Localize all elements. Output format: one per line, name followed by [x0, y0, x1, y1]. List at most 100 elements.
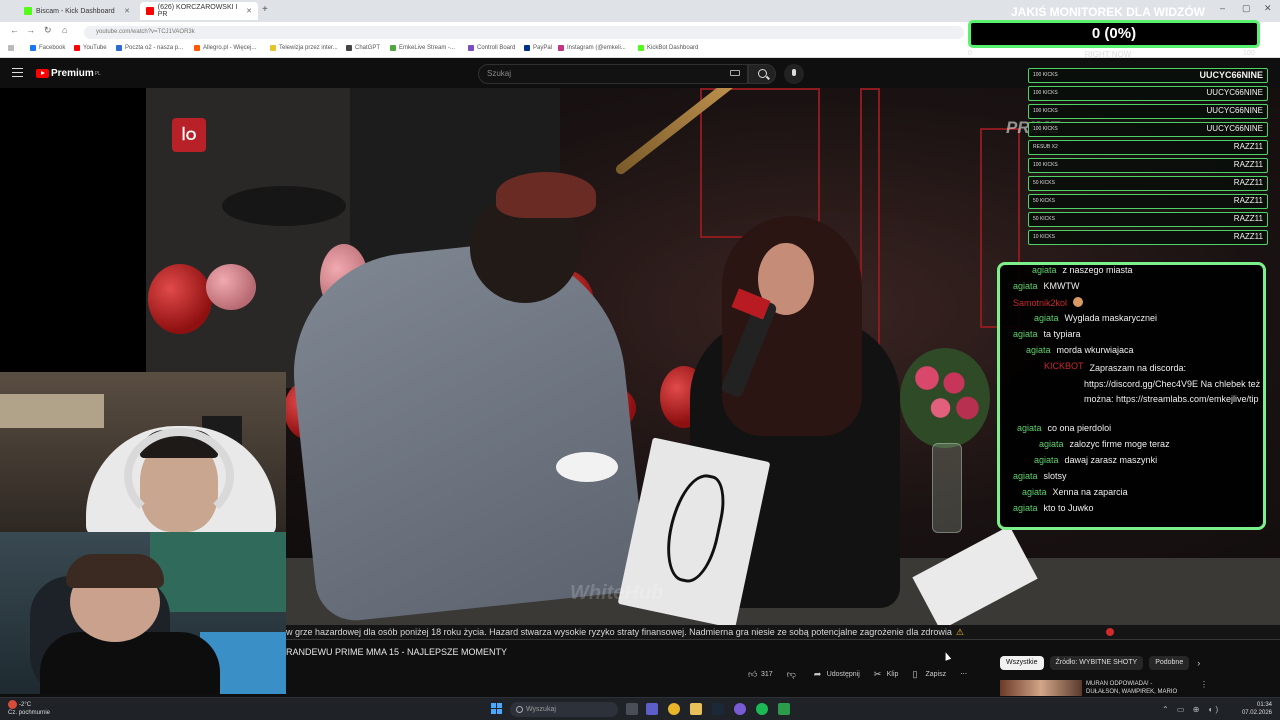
bookmark-emkelive[interactable]: EmkeLive Stream -...	[390, 45, 455, 51]
chat-message: agiata kto to Juwko	[1013, 503, 1094, 513]
chatgpt-icon	[346, 45, 352, 51]
donation-item: 100 KICKS UUCYC66NINE	[1028, 122, 1268, 137]
donation-item: 50 KICKS RAZZ11	[1028, 176, 1268, 191]
bookmark-allegro[interactable]: Allegro.pl - Więcej...	[194, 45, 256, 51]
reload-icon[interactable]: ↻	[44, 25, 52, 36]
instagram-icon	[558, 45, 564, 51]
chat-message: agiata ta typiara	[1013, 329, 1081, 339]
bookmark-controll-board[interactable]: Controll Board	[468, 45, 515, 51]
facebook-icon	[30, 45, 36, 51]
windows-start-icon[interactable]	[491, 703, 503, 715]
video-title: RANDEWU PRIME MMA 15 - NAJLEPSZE MOMENTY	[286, 647, 508, 657]
menu-icon[interactable]	[12, 68, 23, 77]
chip-similar[interactable]: Podobne	[1149, 656, 1190, 670]
chat-message: agiata KMWTW	[1013, 281, 1080, 291]
chip-source[interactable]: Źródło: WYBITNE SHOTY	[1049, 656, 1144, 670]
clip-button[interactable]: ✂ Klip	[873, 668, 899, 679]
chrome-icon[interactable]	[668, 703, 680, 715]
donation-item: RESUB X2 RAZZ11	[1028, 140, 1268, 155]
donation-item: 50 KICKS RAZZ11	[1028, 194, 1268, 209]
tab-youtube-video[interactable]: (626) KORCZAROWSKI I PR ✕	[140, 2, 258, 20]
gambling-disclaimer: w grze hazardowej dla osób poniżej 18 ro…	[286, 625, 1280, 639]
chip-all[interactable]: Wszystkie	[1000, 656, 1044, 670]
warning-icon: ⚠	[955, 627, 964, 637]
chat-message: agiata z naszego miasta	[1032, 265, 1133, 275]
screen: { "browser": { "tabs": [ {"label": "Bisc…	[0, 0, 1280, 720]
bookmark-poczta[interactable]: Poczta o2 - nasza p...	[116, 45, 183, 51]
monitor-title: JAKIŚ MONITOREK DLA WIDZÓW	[1011, 5, 1205, 19]
monitor-subtitle: RIGHT NOW	[1084, 50, 1132, 59]
search-input[interactable]: Szukaj	[478, 64, 748, 84]
more-actions-button[interactable]: ⋯	[960, 670, 967, 678]
obs-icon[interactable]	[778, 703, 790, 715]
chat-overlay: agiata z naszego miasta agiata KMWTW Samot…	[997, 262, 1266, 530]
weather-icon	[8, 700, 17, 709]
file-explorer-icon[interactable]	[690, 703, 702, 715]
video-info: RANDEWU PRIME MMA 15 - NAJLEPSZE MOMENTY…	[286, 640, 1280, 696]
allegro-icon	[194, 45, 200, 51]
youtube-premium-logo[interactable]: Premium PL	[36, 68, 101, 79]
chevron-right-icon[interactable]: ›	[1197, 658, 1200, 668]
weather-widget[interactable]: -2°C Cz. pochmurnie	[8, 700, 50, 717]
search-button[interactable]	[748, 64, 776, 84]
bookmark-telewizja[interactable]: Telewizja przez inter...	[270, 45, 338, 51]
keyboard-icon[interactable]	[730, 70, 740, 76]
webcam-streamer	[0, 372, 286, 532]
maximize-button[interactable]: ▢	[1242, 3, 1251, 14]
forward-icon[interactable]: →	[26, 25, 35, 35]
bookmarks-apps-icon[interactable]	[8, 45, 17, 51]
video-actions: 👍︎ 317 👎︎ ➦ Udostępnij ✂ Klip ▯ Zapisz ⋯	[748, 666, 981, 682]
chat-message: agiata dawaj zarasz maszynki	[1034, 455, 1158, 465]
more-vert-icon[interactable]: ⋮	[1200, 680, 1208, 689]
recommended-title: MURAN ODPOWIADA! -	[1086, 681, 1153, 687]
close-window-button[interactable]: ✕	[1264, 3, 1272, 14]
bookmark-kickbot[interactable]: KickBot Dashboard	[638, 45, 698, 51]
close-tab-icon[interactable]: ✕	[124, 7, 130, 15]
donation-item: 100 KICKS UUCYC66NINE	[1028, 104, 1268, 119]
bookmark-icon: ▯	[912, 668, 918, 679]
save-button[interactable]: ▯ Zapisz	[912, 668, 946, 679]
discord-icon[interactable]	[734, 703, 746, 715]
new-tab-button[interactable]: +	[262, 4, 268, 15]
taskbar-search-input[interactable]: Wyszukaj	[510, 702, 618, 717]
close-tab-icon[interactable]: ✕	[246, 7, 252, 15]
tv-icon	[270, 45, 276, 51]
back-icon[interactable]: ←	[10, 25, 19, 35]
thumbs-up-icon: 👍︎	[748, 668, 758, 679]
chat-message: agiata morda wkurwiajaca	[1026, 345, 1134, 355]
bookmark-instagram[interactable]: Instagram (@emkeli...	[558, 45, 626, 51]
spotify-icon[interactable]	[756, 703, 768, 715]
chat-message: agiata slotsy	[1013, 471, 1067, 481]
address-bar[interactable]: youtube.com/watch?v=TCJ1VAOR3k	[84, 26, 964, 39]
voice-search-button[interactable]	[784, 64, 804, 84]
share-button[interactable]: ➦ Udostępnij	[814, 669, 860, 679]
dislike-button[interactable]: 👎︎	[786, 668, 800, 679]
chat-message: agiata Xenna na zaparcia	[1022, 487, 1128, 497]
prime-badge-logo: ꟾO	[172, 118, 206, 152]
bookmark-facebook[interactable]: Facebook	[30, 45, 65, 51]
bookmark-youtube[interactable]: YouTube	[74, 45, 107, 51]
scissors-icon: ✂	[873, 668, 882, 679]
taskbar-clock[interactable]: 01:34 07.02.2026	[1238, 701, 1272, 717]
home-icon[interactable]: ⌂	[62, 25, 67, 35]
youtube-icon	[74, 45, 80, 51]
tab-kick-dashboard[interactable]: Biscam - Kick Dashboard ✕	[18, 2, 136, 20]
like-button[interactable]: 👍︎ 317	[748, 668, 773, 679]
video-watermark: WhiteHub	[570, 582, 664, 604]
bookmark-paypal[interactable]: PayPal	[524, 45, 552, 51]
youtube-icon	[146, 7, 154, 15]
task-view-icon[interactable]	[626, 703, 638, 715]
donation-item: 50 KICKS RAZZ11	[1028, 212, 1268, 227]
monitor-max: 100	[1243, 50, 1255, 57]
thumbs-down-icon: 👎︎	[786, 668, 796, 679]
teams-icon[interactable]	[646, 703, 658, 715]
recommended-video[interactable]: MURAN ODPOWIADA! - DUŁAŁSON, WAMPIREK, M…	[1000, 680, 1208, 696]
bookmark-chatgpt[interactable]: ChatGPT	[346, 45, 380, 51]
board-icon	[468, 45, 474, 51]
system-tray-icons[interactable]: ⌃ ▭ ⊕ ◖)	[1162, 705, 1221, 714]
steam-icon[interactable]	[712, 703, 724, 715]
video-thumbnail[interactable]	[1000, 680, 1082, 696]
chat-message: KICKBOT Zapraszam na discorda: https://d…	[1044, 361, 1261, 404]
donation-item: 10 KICKS RAZZ11	[1028, 230, 1268, 245]
monitor-min: 0	[968, 50, 972, 57]
